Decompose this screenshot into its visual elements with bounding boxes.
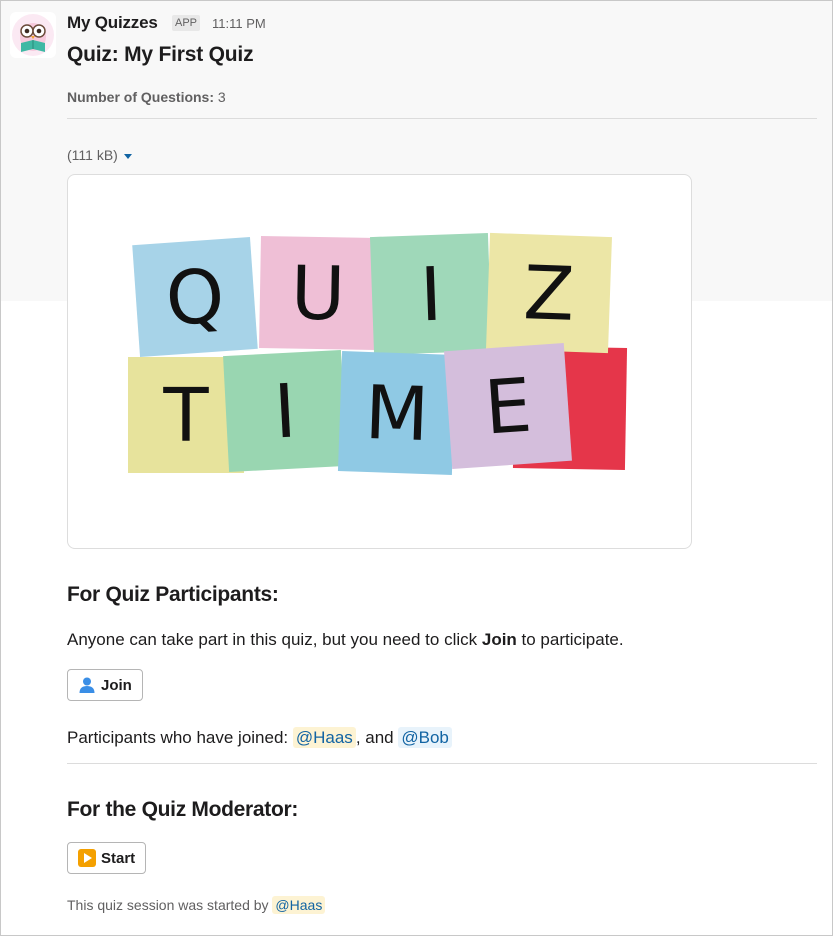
sticky-note: Z (486, 232, 612, 354)
participants-heading: For Quiz Participants: (67, 583, 279, 606)
sticky-note-letter: E (482, 362, 535, 451)
sticky-note: E (444, 342, 572, 470)
sticky-note-letter: Z (522, 250, 576, 338)
joined-participants: Participants who have joined: @Haas, and… (67, 727, 452, 748)
sender-name[interactable]: My Quizzes (67, 13, 158, 33)
mention-started-by[interactable]: @Haas (272, 896, 326, 914)
message-timestamp[interactable]: 11:11 PM (212, 16, 266, 31)
person-icon (78, 676, 96, 694)
moderator-heading: For the Quiz Moderator: (67, 798, 299, 821)
started-text: This quiz session was started by (67, 897, 273, 913)
sticky-note: I (369, 232, 493, 356)
start-button-label: Start (101, 849, 136, 867)
app-badge: APP (172, 15, 201, 31)
quiz-title: Quiz: My First Quiz (67, 43, 254, 66)
sticky-note-letter: U (290, 251, 346, 338)
quiz-image[interactable]: !QUIZTIME (67, 174, 692, 549)
instructions-text-after: to participate. (516, 630, 624, 649)
play-button-icon (78, 849, 96, 867)
attachment-size-label: (111 kB) (67, 147, 118, 163)
sticky-note-letter: I (272, 368, 298, 455)
attachment-size-toggle[interactable]: (111 kB) (67, 147, 132, 163)
sticky-note: M (337, 351, 457, 475)
sticky-note-letter: M (364, 370, 431, 458)
quiz-time-image: !QUIZTIME (128, 232, 628, 475)
sticky-note: U (259, 235, 377, 351)
instructions-join-word: Join (481, 630, 517, 649)
sticky-note-letter: T (162, 373, 209, 459)
session-started-note: This quiz session was started by @Haas (67, 896, 326, 914)
start-button[interactable]: Start (67, 842, 147, 874)
sticky-note-letter: I (419, 252, 444, 339)
participants-instructions: Anyone can take part in this quiz, but y… (67, 630, 624, 650)
message-frame: My Quizzes APP 11:11 PM Quiz: My First Q… (0, 0, 833, 936)
sticky-note-letter: Q (163, 253, 227, 343)
caret-down-icon (123, 153, 132, 159)
sticky-note: I (223, 349, 347, 473)
number-of-questions-label: Number of Questions: (67, 89, 215, 105)
number-of-questions-value: 3 (217, 89, 226, 105)
mention-bob[interactable]: @Bob (398, 727, 452, 748)
instructions-text-before: Anyone can take part in this quiz, but y… (67, 630, 482, 649)
join-button-label: Join (101, 676, 132, 694)
divider (67, 763, 817, 764)
divider (67, 118, 817, 119)
joined-label: Participants who have joined: (67, 728, 293, 747)
number-of-questions: Number of Questions: 3 (67, 89, 226, 105)
owl-reading-icon[interactable] (10, 12, 56, 58)
sticky-note: Q (132, 237, 258, 357)
joined-separator: , and (355, 728, 399, 747)
mention-haas[interactable]: @Haas (292, 727, 356, 748)
join-button[interactable]: Join (67, 669, 143, 701)
